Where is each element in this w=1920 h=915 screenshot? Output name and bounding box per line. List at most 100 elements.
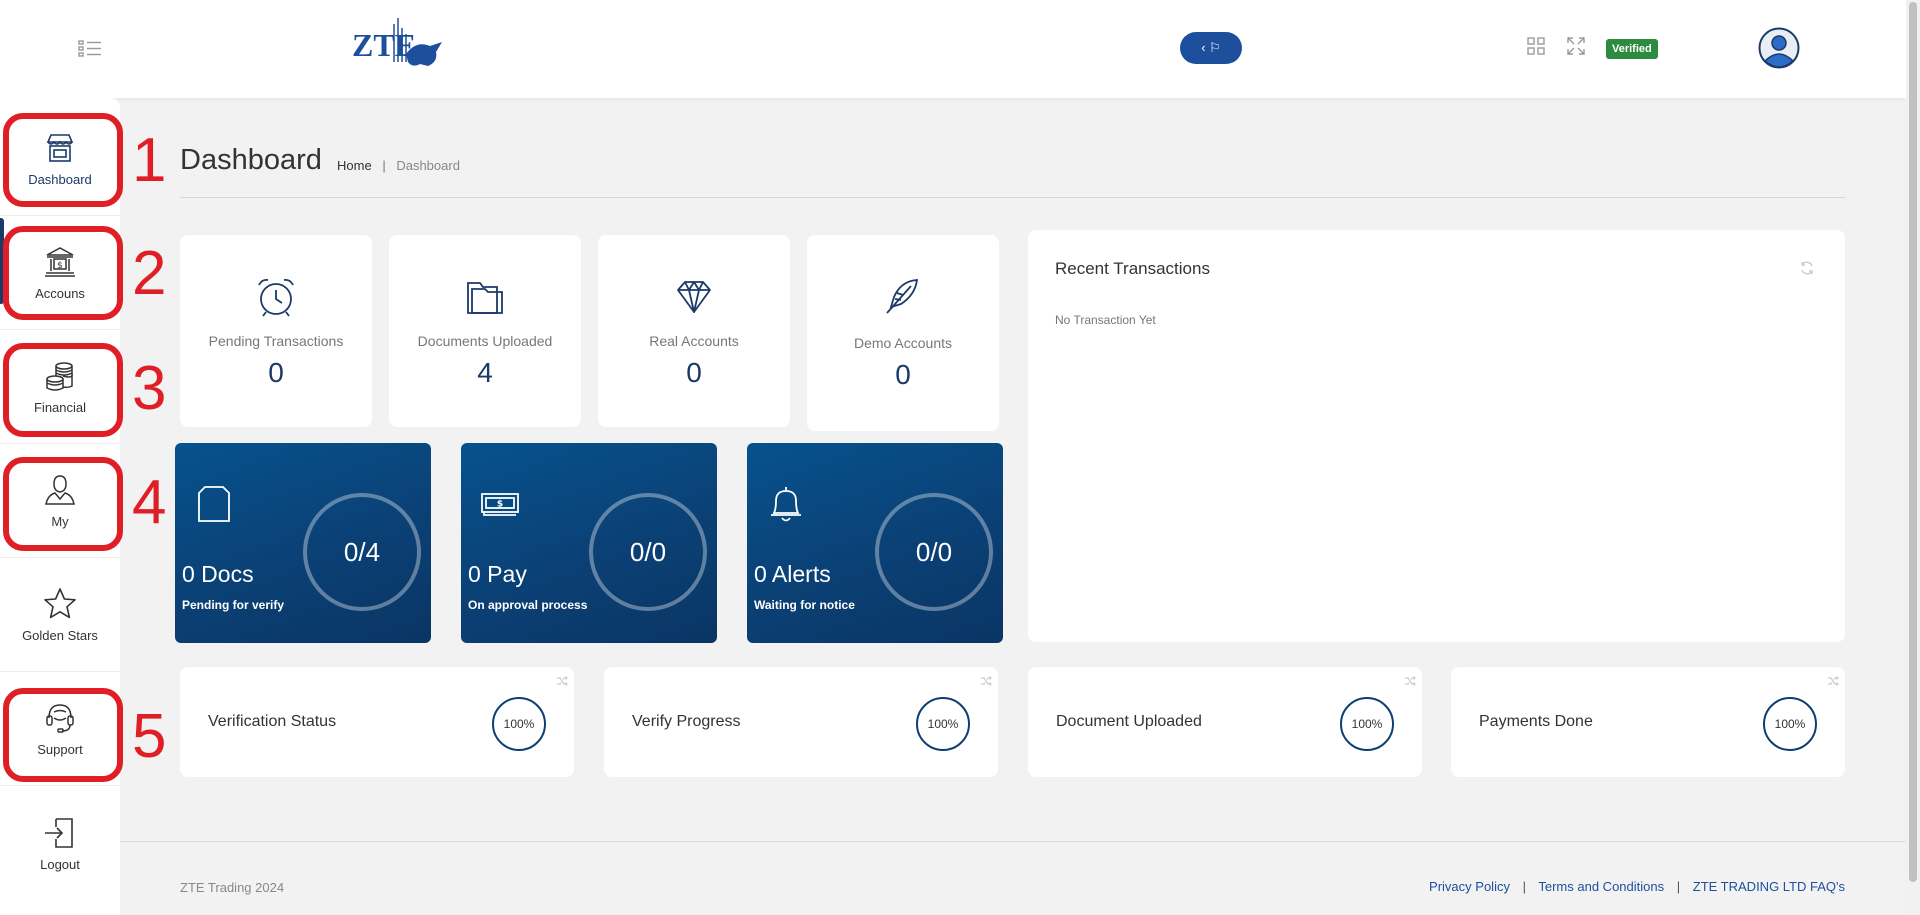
status-card-subtitle: On approval process — [468, 598, 588, 612]
status-card-title: 0 Docs — [182, 561, 254, 587]
user-icon — [45, 475, 75, 505]
sidebar-item-label: Logout — [40, 856, 80, 872]
progress-label: Payments Done — [1479, 713, 1593, 730]
shop-icon — [46, 134, 74, 162]
stat-card-pending-transactions: Pending Transactions 0 — [180, 235, 372, 427]
progress-ring: 100% — [916, 697, 970, 751]
fullscreen-icon[interactable] — [1566, 36, 1586, 56]
breadcrumb-separator: | — [382, 158, 386, 173]
bell-icon — [771, 487, 801, 522]
footer-copyright: ZTE Trading 2024 — [180, 880, 285, 895]
annotation-number: 3 — [132, 354, 167, 423]
status-ring: 0/0 — [589, 493, 707, 611]
stat-value: 4 — [477, 357, 493, 388]
stat-card-real-accounts: Real Accounts 0 — [598, 235, 790, 427]
scrollbar-thumb[interactable] — [1909, 2, 1917, 882]
progress-card-payments-done: Payments Done 100% — [1451, 667, 1845, 777]
status-card-pay: $ 0 Pay On approval process 0/0 — [461, 443, 717, 643]
svg-text:$: $ — [497, 500, 503, 510]
shuffle-icon[interactable] — [1404, 675, 1416, 687]
folder-icon — [467, 282, 503, 314]
cash-icon: $ — [481, 493, 519, 516]
top-header: ZTE ‹ ⚐ Verified — [0, 0, 1906, 98]
footer-link-faq[interactable]: ZTE TRADING LTD FAQ's — [1693, 879, 1845, 894]
stat-label: Pending Transactions — [208, 333, 344, 349]
progress-label: Verify Progress — [632, 713, 741, 730]
recent-transactions-empty: No Transaction Yet — [1055, 313, 1156, 327]
bank-icon: $ — [45, 247, 75, 277]
stat-label: Documents Uploaded — [417, 333, 553, 349]
sidebar-item-accounts[interactable]: $ Accouns — [0, 216, 120, 330]
shuffle-icon[interactable] — [980, 675, 992, 687]
status-card-title: 0 Alerts — [754, 561, 831, 587]
sidebar: Dashboard $ Accouns Financial My Golden … — [0, 98, 120, 915]
document-icon — [198, 486, 230, 522]
progress-label: Document Uploaded — [1056, 713, 1202, 730]
sidebar-item-logout[interactable]: Logout — [0, 786, 120, 900]
progress-ring: 100% — [492, 697, 546, 751]
progress-label: Verification Status — [208, 713, 337, 730]
sidebar-item-golden-stars[interactable]: Golden Stars — [0, 558, 120, 672]
svg-text:$: $ — [57, 261, 63, 271]
stat-label: Real Accounts — [649, 333, 739, 349]
recent-transactions-panel: Recent Transactions No Transaction Yet — [1028, 230, 1845, 642]
sidebar-item-support[interactable]: Support — [0, 672, 120, 786]
status-ring: 0/4 — [303, 493, 421, 611]
star-icon — [44, 588, 76, 619]
avatar[interactable] — [1758, 27, 1800, 69]
annotation-number: 1 — [132, 126, 167, 195]
breadcrumb-current: Dashboard — [396, 158, 460, 173]
sidebar-item-label: Dashboard — [28, 172, 92, 187]
language-flag-button[interactable]: ‹ ⚐ — [1180, 32, 1242, 64]
sidebar-item-financial[interactable]: Financial — [0, 330, 120, 444]
alarm-clock-icon — [258, 278, 294, 317]
stat-card-demo-accounts: Demo Accounts 0 — [807, 235, 999, 431]
sidebar-item-label: Support — [37, 742, 83, 757]
progress-card-verify-progress: Verify Progress 100% — [604, 667, 998, 777]
sidebar-item-label: Financial — [33, 400, 87, 415]
progress-card-verification-status: Verification Status 100% — [180, 667, 574, 777]
coins-icon — [46, 362, 73, 391]
footer-separator: | — [1522, 879, 1526, 894]
shuffle-icon[interactable] — [1827, 675, 1839, 687]
footer-link-terms[interactable]: Terms and Conditions — [1538, 879, 1664, 894]
page-scrollbar[interactable] — [1906, 0, 1920, 915]
feather-icon — [886, 279, 919, 314]
footer-divider — [120, 841, 1906, 842]
title-divider — [180, 197, 1845, 198]
annotation-number: 5 — [132, 702, 167, 771]
headset-icon — [46, 704, 74, 733]
stat-value: 0 — [268, 357, 284, 388]
stat-value: 0 — [686, 357, 702, 388]
status-card-title: 0 Pay — [468, 561, 527, 587]
footer-separator: | — [1676, 879, 1681, 894]
breadcrumb-home[interactable]: Home — [337, 158, 372, 173]
sidebar-item-my[interactable]: My — [0, 444, 120, 558]
recent-transactions-title: Recent Transactions — [1055, 259, 1210, 278]
verified-badge: Verified — [1606, 39, 1658, 59]
annotation-number: 2 — [132, 239, 167, 308]
logo[interactable]: ZTE — [350, 14, 450, 80]
status-card-alerts: 0 Alerts Waiting for notice 0/0 — [747, 443, 1003, 643]
status-card-docs: 0 Docs Pending for verify 0/4 — [175, 443, 431, 643]
status-card-subtitle: Waiting for notice — [754, 598, 855, 612]
menu-toggle-icon[interactable] — [78, 38, 102, 58]
footer-link-privacy-policy[interactable]: Privacy Policy — [1429, 879, 1510, 894]
status-ring: 0/0 — [875, 493, 993, 611]
diamond-icon — [677, 281, 711, 313]
breadcrumb: Home | Dashboard — [337, 158, 460, 173]
progress-card-document-uploaded: Document Uploaded 100% — [1028, 667, 1422, 777]
footer-links: Privacy Policy | Terms and Conditions | … — [1429, 879, 1845, 894]
sidebar-item-label: Accouns — [35, 286, 85, 301]
sidebar-item-dashboard[interactable]: Dashboard — [0, 102, 120, 216]
sidebar-item-label: Golden Stars — [22, 628, 98, 643]
shuffle-icon[interactable] — [556, 675, 568, 687]
apps-grid-icon[interactable] — [1526, 36, 1546, 56]
annotation-number: 4 — [132, 468, 167, 537]
progress-ring: 100% — [1340, 697, 1394, 751]
page-title: Dashboard — [180, 144, 322, 176]
stat-card-documents-uploaded: Documents Uploaded 4 — [389, 235, 581, 427]
stat-value: 0 — [895, 359, 911, 390]
refresh-icon[interactable] — [1799, 260, 1815, 276]
stat-label: Demo Accounts — [853, 335, 953, 351]
